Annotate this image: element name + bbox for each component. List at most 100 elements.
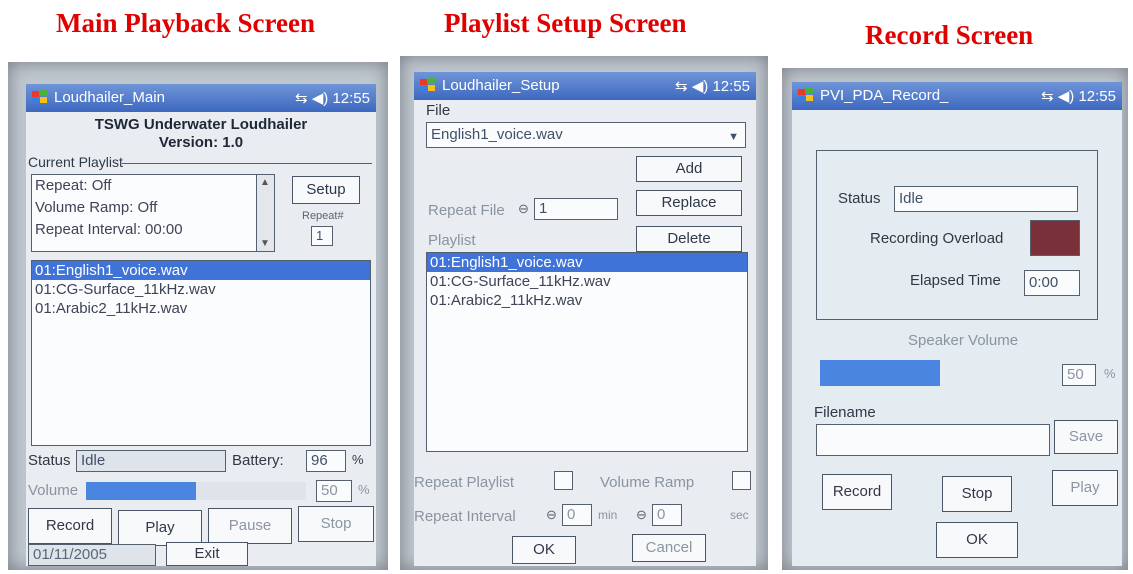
speaker-volume-bar xyxy=(820,360,940,386)
record-screen-photo: PVI_PDA_Record_ ⇆ ◀) 12:55 Status Idle R… xyxy=(782,68,1128,570)
settings-scrollbar[interactable]: ▲ ▼ xyxy=(256,175,274,251)
interval-min-field[interactable]: 0 xyxy=(562,504,592,526)
elapsed-time-label: Elapsed Time xyxy=(910,272,1001,289)
repeat-file-label: Repeat File xyxy=(428,202,505,219)
spin-arrows-icon[interactable]: ⊖ xyxy=(546,507,557,523)
speaker-icon[interactable]: ◀) xyxy=(692,78,709,95)
interval-min-unit: min xyxy=(598,508,618,522)
repeat-file-field[interactable]: 1 xyxy=(534,198,618,220)
volume-field[interactable]: 50 xyxy=(316,480,352,502)
record-status-label: Status xyxy=(838,190,881,207)
play-button[interactable]: Play xyxy=(118,510,202,546)
status-tray[interactable]: ⇆ ◀) 12:55 xyxy=(1041,87,1116,105)
repeat-playlist-label: Repeat Playlist xyxy=(414,474,515,491)
setup-playlist[interactable]: 01:English1_voice.wav 01:CG-Surface_11kH… xyxy=(426,252,748,452)
playlist-item[interactable]: 01:English1_voice.wav xyxy=(427,253,747,272)
stop-button[interactable]: Stop xyxy=(942,476,1012,512)
record-button[interactable]: Record xyxy=(822,474,892,510)
scroll-up-icon[interactable]: ▲ xyxy=(260,177,270,188)
filename-field[interactable] xyxy=(816,424,1050,456)
interval-sec-field[interactable]: 0 xyxy=(652,504,682,526)
playlist-item[interactable]: 01:CG-Surface_11kHz.wav xyxy=(32,280,370,299)
pause-button[interactable]: Pause xyxy=(208,508,292,544)
add-button[interactable]: Add xyxy=(636,156,742,182)
recording-overload-label: Recording Overload xyxy=(870,230,1004,247)
speaker-volume-field[interactable]: 50 xyxy=(1062,364,1096,386)
play-button[interactable]: Play xyxy=(1052,470,1118,506)
chevron-down-icon[interactable]: ▼ xyxy=(728,126,739,147)
main-titlebar: Loudhailer_Main ⇆ ◀) 12:55 xyxy=(26,84,376,112)
speaker-volume-label: Speaker Volume xyxy=(908,332,1019,349)
playlist-item[interactable]: 01:CG-Surface_11kHz.wav xyxy=(427,272,747,291)
date-field: 01/11/2005 xyxy=(28,544,156,566)
repeat-interval-label: Repeat Interval xyxy=(414,508,516,525)
file-dropdown-value: English1_voice.wav xyxy=(431,126,563,143)
battery-unit: % xyxy=(352,452,364,467)
clock: 12:55 xyxy=(1078,88,1116,105)
caption-main-playback: Main Playback Screen xyxy=(56,8,315,38)
app-heading: TSWG Underwater Loudhailer xyxy=(94,116,308,133)
volume-unit: % xyxy=(358,482,370,497)
connectivity-icon[interactable]: ⇆ xyxy=(1041,88,1054,105)
cancel-button[interactable]: Cancel xyxy=(632,534,706,562)
app-version: Version: 1.0 xyxy=(158,134,244,151)
setup-screen-photo: Loudhailer_Setup ⇆ ◀) 12:55 File English… xyxy=(400,56,768,570)
windows-start-icon[interactable] xyxy=(797,87,815,105)
record-titlebar: PVI_PDA_Record_ ⇆ ◀) 12:55 xyxy=(792,82,1122,110)
replace-button[interactable]: Replace xyxy=(636,190,742,216)
main-screen-photo: Loudhailer_Main ⇆ ◀) 12:55 TSWG Underwat… xyxy=(8,62,388,570)
file-label: File xyxy=(426,102,451,119)
interval-sec-unit: sec xyxy=(730,508,749,522)
spin-arrows-icon[interactable]: ⊖ xyxy=(636,507,647,523)
status-tray[interactable]: ⇆ ◀) 12:55 xyxy=(675,77,750,95)
file-dropdown[interactable]: English1_voice.wav ▼ xyxy=(426,122,746,148)
stop-button[interactable]: Stop xyxy=(298,506,374,542)
status-label: Status xyxy=(28,452,71,469)
ok-button[interactable]: OK xyxy=(512,536,576,564)
windows-start-icon[interactable] xyxy=(31,89,49,107)
settings-listbox[interactable]: Repeat: Off Volume Ramp: Off Repeat Inte… xyxy=(31,174,275,252)
record-screen: PVI_PDA_Record_ ⇆ ◀) 12:55 Status Idle R… xyxy=(792,82,1122,566)
delete-button[interactable]: Delete xyxy=(636,226,742,252)
setup-screen: Loudhailer_Setup ⇆ ◀) 12:55 File English… xyxy=(414,72,756,566)
volume-ramp-checkbox[interactable] xyxy=(732,471,751,490)
group-divider xyxy=(122,163,372,164)
speaker-icon[interactable]: ◀) xyxy=(312,90,329,107)
caption-playlist-setup: Playlist Setup Screen xyxy=(444,8,687,38)
connectivity-icon[interactable]: ⇆ xyxy=(295,90,308,107)
playlist-item[interactable]: 01:English1_voice.wav xyxy=(32,261,370,280)
playlist-item[interactable]: 01:Arabic2_11kHz.wav xyxy=(427,291,747,310)
elapsed-time-field: 0:00 xyxy=(1024,270,1080,296)
battery-label: Battery: xyxy=(232,452,284,469)
record-status-field: Idle xyxy=(894,186,1078,212)
volume-ramp-label: Volume Ramp xyxy=(600,474,695,491)
clock: 12:55 xyxy=(332,90,370,107)
repeat-count-label: Repeat# xyxy=(302,210,344,222)
caption-record: Record Screen xyxy=(865,20,1034,50)
exit-button[interactable]: Exit xyxy=(166,542,248,566)
connectivity-icon[interactable]: ⇆ xyxy=(675,78,688,95)
playlist-item[interactable]: 01:Arabic2_11kHz.wav xyxy=(32,299,370,318)
save-button[interactable]: Save xyxy=(1054,420,1118,454)
filename-label: Filename xyxy=(814,404,876,421)
speaker-icon[interactable]: ◀) xyxy=(1058,88,1075,105)
speaker-volume-slider[interactable] xyxy=(820,360,1060,386)
scroll-down-icon[interactable]: ▼ xyxy=(260,238,270,249)
volume-slider[interactable] xyxy=(86,482,306,500)
windows-start-icon[interactable] xyxy=(419,77,437,95)
overload-indicator xyxy=(1030,220,1080,256)
volume-label: Volume xyxy=(28,482,79,499)
setup-titlebar: Loudhailer_Setup ⇆ ◀) 12:55 xyxy=(414,72,756,100)
current-playlist-label: Current Playlist xyxy=(28,154,123,170)
record-window-title: PVI_PDA_Record_ xyxy=(820,87,949,104)
repeat-playlist-checkbox[interactable] xyxy=(554,471,573,490)
main-playlist[interactable]: 01:English1_voice.wav 01:CG-Surface_11kH… xyxy=(31,260,371,446)
record-button[interactable]: Record xyxy=(28,508,112,544)
spin-arrows-icon[interactable]: ⊖ xyxy=(518,201,529,217)
status-tray[interactable]: ⇆ ◀) 12:55 xyxy=(295,89,370,107)
ok-button[interactable]: OK xyxy=(936,522,1018,558)
settings-line-repeat-interval: Repeat Interval: 00:00 xyxy=(35,221,183,238)
repeat-count-field[interactable]: 1 xyxy=(311,226,333,246)
setup-button[interactable]: Setup xyxy=(292,176,360,204)
status-field: Idle xyxy=(76,450,226,472)
